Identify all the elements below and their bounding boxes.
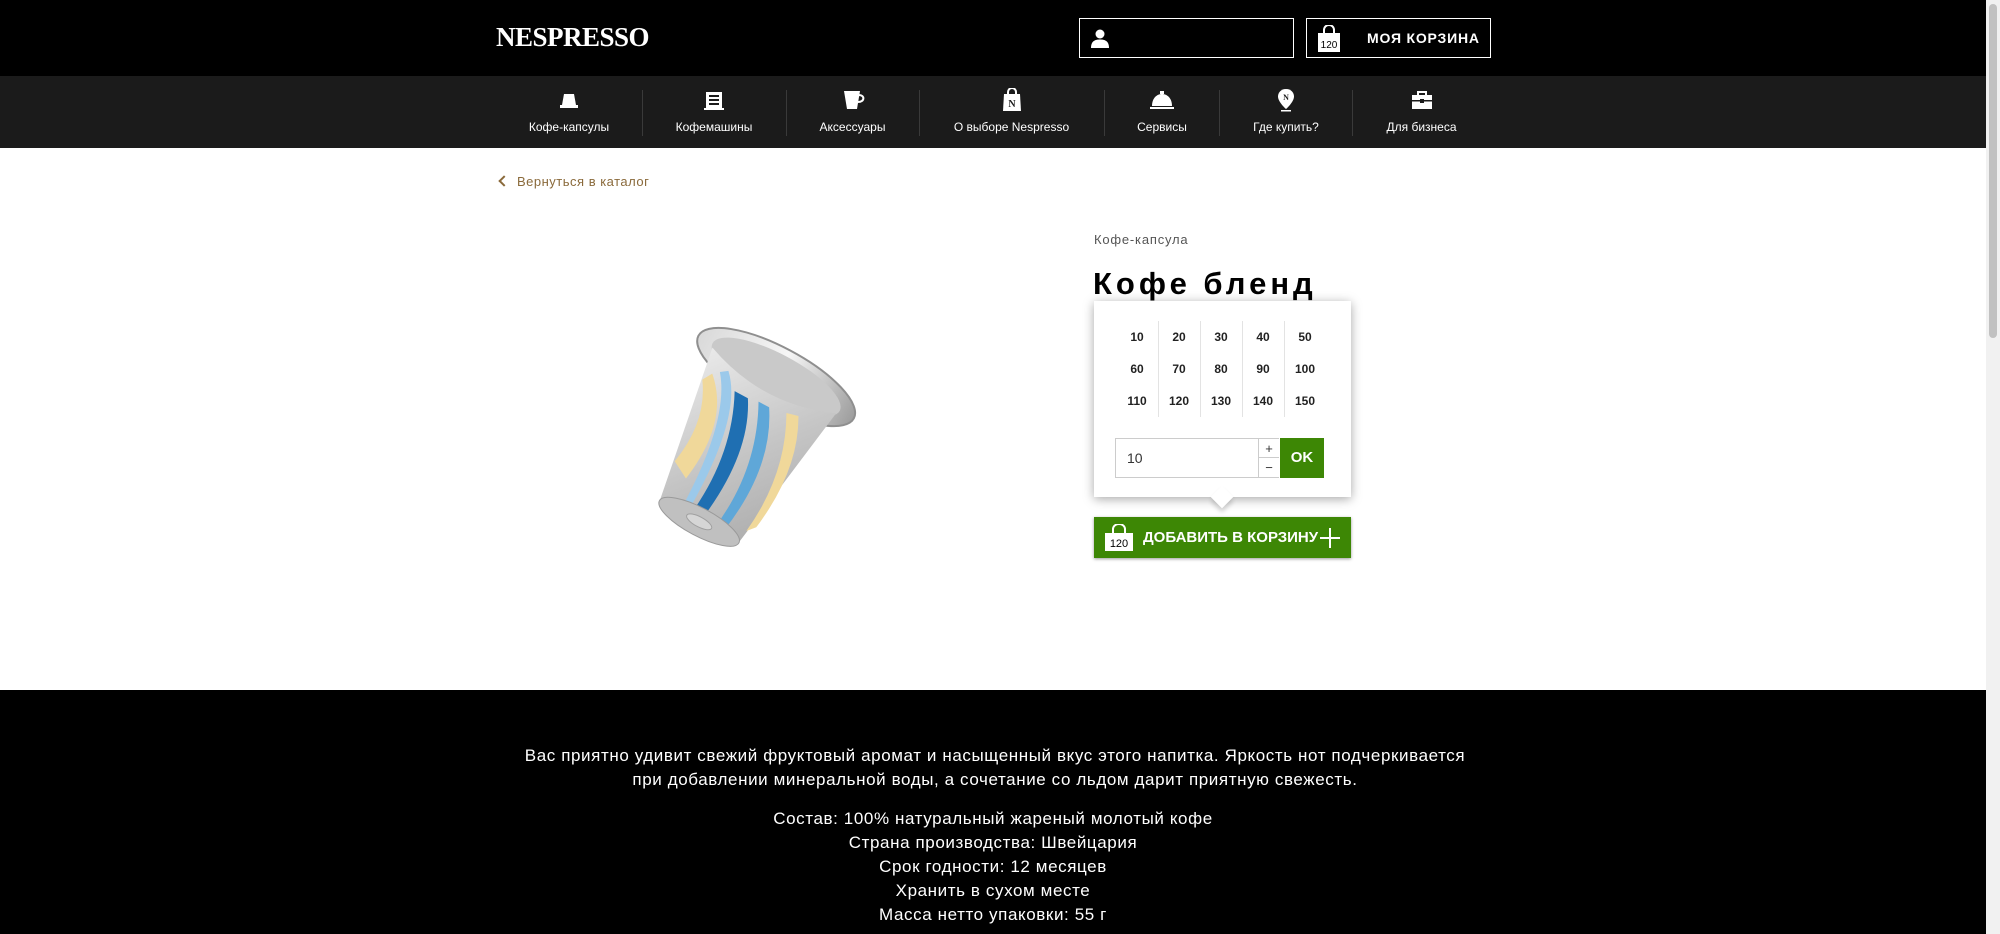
nav-label: Где купить? [1253,120,1319,134]
increment-button[interactable]: + [1259,439,1279,458]
service-bell-icon [1150,91,1174,109]
quantity-option[interactable]: 70 [1158,353,1200,385]
shopping-bag-icon: 120 [1105,524,1133,551]
quantity-option[interactable]: 10 [1116,321,1158,353]
nespresso-logo[interactable]: NESPRESSO [496,22,650,53]
nav-item-services[interactable]: Сервисы [1112,76,1212,148]
nav-label: Кофемашины [675,120,753,134]
description-line: Вас приятно удивит свежий фруктовый аром… [524,746,1466,765]
nav-divider [919,90,920,136]
product-category: Кофе-капсула [1094,232,1189,247]
quantity-input[interactable] [1115,438,1259,478]
add-to-cart-button[interactable]: 120 ДОБАВИТЬ В КОРЗИНУ [1094,517,1351,558]
svg-text:N: N [1283,93,1289,102]
capsule-icon [560,94,578,108]
nav-item-where-to-buy[interactable]: N Где купить? [1228,76,1344,148]
spec-country: Страна производства: Швейцария [848,833,1138,852]
account-button[interactable] [1079,18,1294,58]
chevron-left-icon [498,175,510,187]
quantity-option[interactable]: 130 [1200,385,1242,417]
cart-button[interactable]: 120 МОЯ КОРЗИНА [1306,18,1491,58]
decrement-button[interactable]: − [1259,458,1279,477]
product-title: Кофе бленд [1093,266,1317,301]
quantity-option[interactable]: 50 [1284,321,1326,353]
description-line: при добавлении минеральной воды, а сочет… [632,770,1358,789]
product-description: Вас приятно удивит свежий фруктовый аром… [480,744,1510,792]
add-cart-count: 120 [1110,538,1128,550]
quantity-option[interactable]: 90 [1242,353,1284,385]
nav-item-business[interactable]: Для бизнеса [1364,76,1479,148]
nav-label: Кофе-капсулы [528,120,610,134]
nav-item-capsules[interactable]: Кофе-капсулы [510,76,628,148]
quantity-option[interactable]: 30 [1200,321,1242,353]
nav-divider [786,90,787,136]
back-to-catalog-link[interactable]: Вернуться в каталог [498,174,650,189]
quantity-option[interactable]: 80 [1200,353,1242,385]
nav-divider [1104,90,1105,136]
main-nav: Кофе-капсулы Кофемашины Аксессуары N О в… [0,76,1986,148]
location-pin-icon: N [1278,89,1294,112]
scrollbar-thumb[interactable] [1989,4,1997,338]
coffee-capsule-image [658,326,857,547]
spec-composition: Состав: 100% натуральный жареный молотый… [773,809,1213,828]
quantity-option[interactable]: 150 [1284,385,1326,417]
nav-divider [642,90,643,136]
quantity-option[interactable]: 20 [1158,321,1200,353]
nespresso-bag-icon: N [1002,88,1021,111]
quantity-option[interactable]: 40 [1242,321,1284,353]
back-link-label: Вернуться в каталог [517,174,650,189]
briefcase-icon [1411,91,1432,109]
cup-icon [843,91,864,109]
nav-label: Для бизнеса [1386,120,1457,134]
add-to-cart-label: ДОБАВИТЬ В КОРЗИНУ [1143,529,1319,546]
page-scrollbar[interactable] [1986,0,2000,934]
quantity-options-grid: 10 20 30 40 50 60 70 80 90 100 110 120 1… [1116,321,1326,417]
cart-count: 120 [1321,40,1338,51]
product-description-section: Вас приятно удивит свежий фруктовый аром… [0,690,1986,934]
user-icon [1091,29,1109,48]
nav-item-accessories[interactable]: Аксессуары [795,76,910,148]
quantity-option[interactable]: 60 [1116,353,1158,385]
ok-button[interactable]: OK [1280,438,1324,478]
quantity-popup: 10 20 30 40 50 60 70 80 90 100 110 120 1… [1094,301,1351,509]
nav-label: О выборе Nespresso [953,120,1070,134]
spec-storage: Хранить в сухом месте [895,881,1091,900]
shopping-bag-icon: 120 [1318,25,1340,52]
plus-icon [1320,528,1340,548]
quantity-stepper: + − [1259,438,1279,478]
nav-divider [1352,90,1353,136]
quantity-option[interactable]: 100 [1284,353,1326,385]
cart-label: МОЯ КОРЗИНА [1367,30,1480,46]
nav-label: Аксессуары [819,120,886,134]
nav-item-machines[interactable]: Кофемашины [655,76,773,148]
top-header: NESPRESSO 120 МОЯ КОРЗИНА [0,0,1986,76]
popup-pointer [1210,485,1234,509]
nav-item-about[interactable]: N О выборе Nespresso [930,76,1093,148]
quantity-option[interactable]: 140 [1242,385,1284,417]
spec-shelf-life: Срок годности: 12 месяцев [879,857,1107,876]
coffee-machine-icon [704,92,724,110]
svg-text:N: N [1008,99,1016,110]
quantity-option[interactable]: 120 [1158,385,1200,417]
spec-net-weight: Масса нетто упаковки: 55 г [879,905,1107,924]
quantity-option[interactable]: 110 [1116,385,1158,417]
nav-label: Сервисы [1137,120,1187,134]
nav-divider [1219,90,1220,136]
